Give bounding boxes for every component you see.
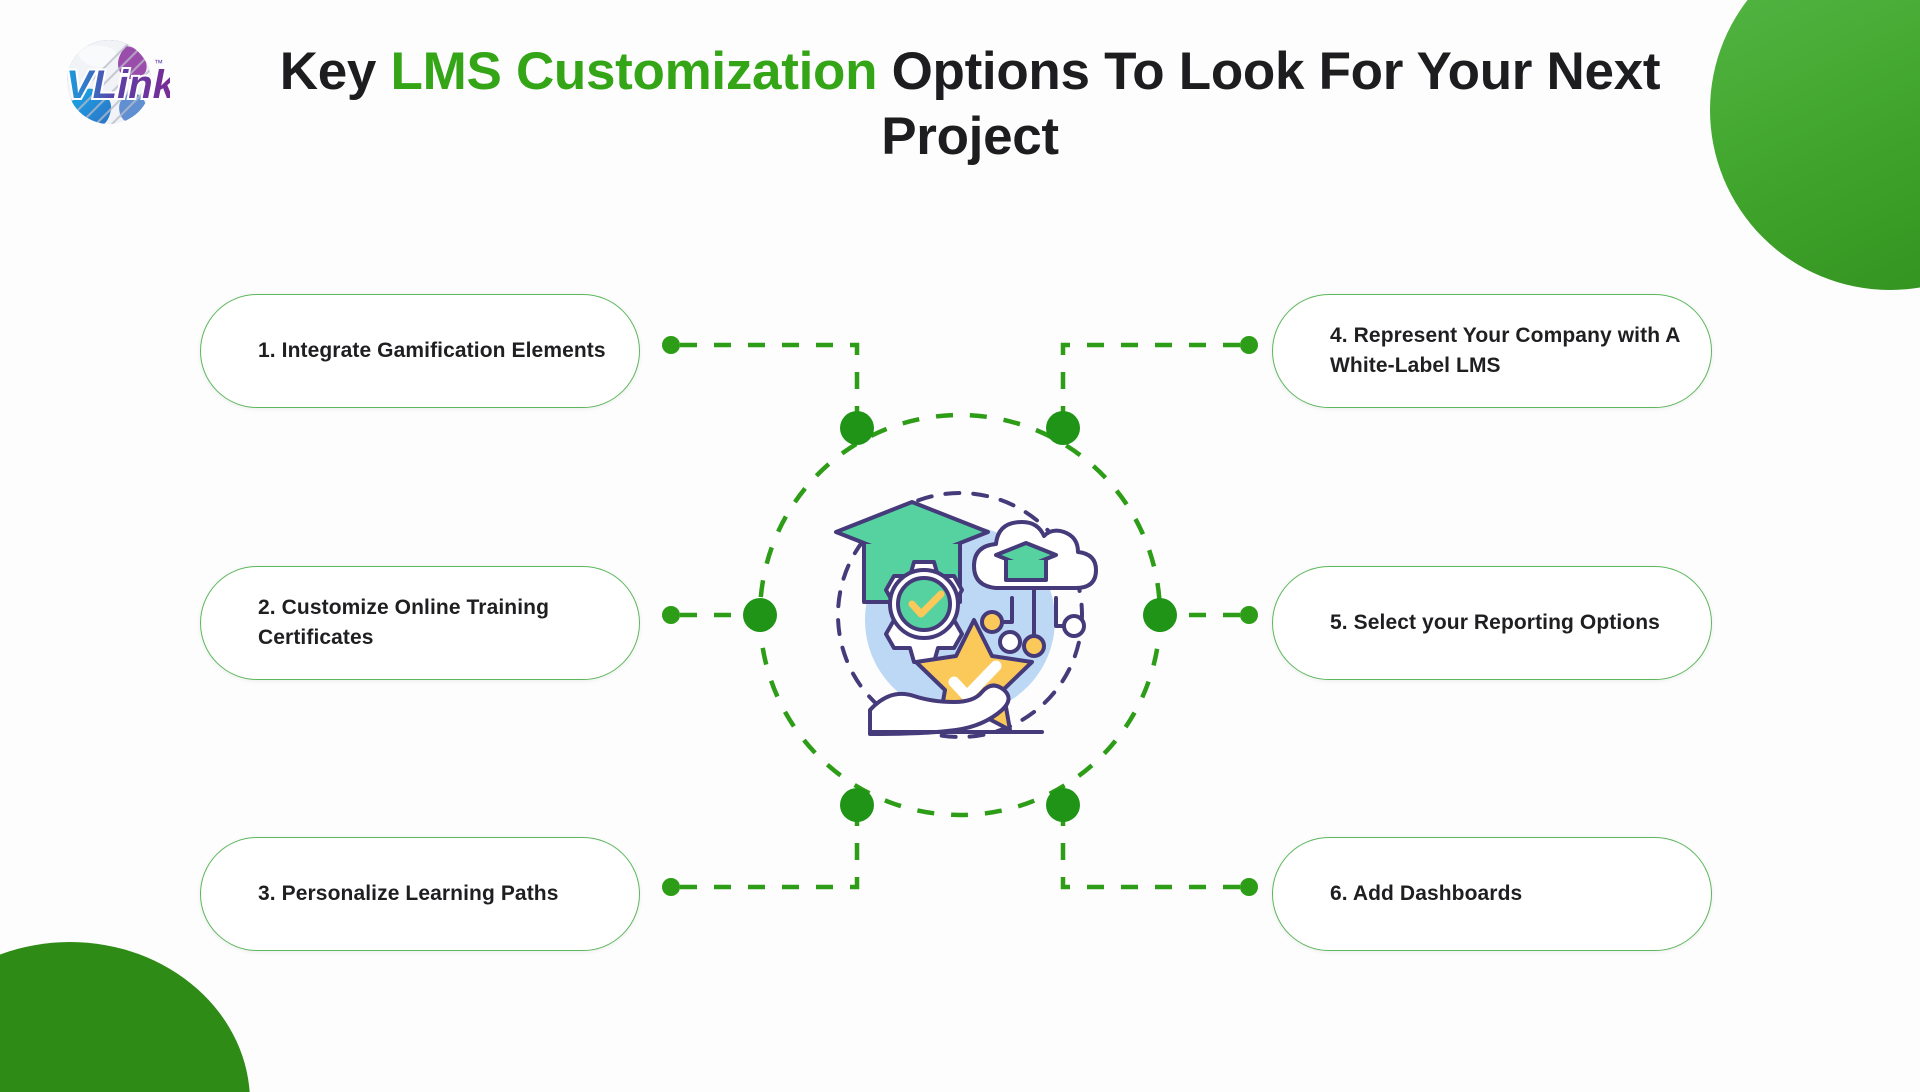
option-pill-5[interactable]: 5. Select your Reporting Options <box>1272 566 1712 680</box>
hub-node-4[interactable] <box>1046 411 1080 445</box>
decorative-blob-top-right <box>1710 0 1920 290</box>
title-part-1: Key <box>279 42 391 101</box>
hub-node-2[interactable] <box>743 598 777 632</box>
infographic-canvas: VLink ™ Key LMS Customization Options To… <box>0 0 1920 1092</box>
option-pill-2[interactable]: 2. Customize Online Training Certificate… <box>200 566 640 680</box>
hub-node-6[interactable] <box>1046 788 1080 822</box>
connector-path-1 <box>680 342 860 427</box>
option-pill-3[interactable]: 3. Personalize Learning Paths <box>200 837 640 951</box>
connector-dot-4 <box>1240 336 1258 354</box>
option-pill-1-label: 1. Integrate Gamification Elements <box>258 339 606 363</box>
page-title: Key LMS Customization Options To Look Fo… <box>230 40 1710 169</box>
connector-dot-5 <box>1240 606 1258 624</box>
hub-node-5[interactable] <box>1143 598 1177 632</box>
connector-dot-6 <box>1240 878 1258 896</box>
vlink-logo-text: VLink <box>66 63 170 107</box>
option-pill-6-label: 6. Add Dashboards <box>1330 882 1523 906</box>
trademark-symbol: ™ <box>154 58 163 68</box>
gear-with-checkmark-icon <box>884 560 964 664</box>
title-highlight: LMS Customization <box>390 42 878 101</box>
hub-node-1[interactable] <box>840 411 874 445</box>
option-pill-4-label: 4. Represent Your Company with A White-L… <box>1330 324 1680 377</box>
decorative-blob-bottom-left <box>0 942 250 1092</box>
lms-learning-illustration <box>820 480 1100 750</box>
option-pill-2-label: 2. Customize Online Training Certificate… <box>258 596 550 649</box>
title-part-2: Options To Look For Your Next Project <box>877 42 1661 166</box>
connector-path-6 <box>1060 805 1240 890</box>
option-pill-1[interactable]: 1. Integrate Gamification Elements <box>200 294 640 408</box>
option-pill-4[interactable]: 4. Represent Your Company with A White-L… <box>1272 294 1712 408</box>
connector-path-4 <box>1060 342 1240 427</box>
vlink-logo[interactable]: VLink ™ <box>48 28 179 136</box>
connector-dot-3 <box>662 878 680 896</box>
hub-node-3[interactable] <box>840 788 874 822</box>
connector-dot-1 <box>662 336 680 354</box>
option-pill-5-label: 5. Select your Reporting Options <box>1330 611 1660 635</box>
connector-dot-2 <box>662 606 680 624</box>
option-pill-6[interactable]: 6. Add Dashboards <box>1272 837 1712 951</box>
option-pill-3-label: 3. Personalize Learning Paths <box>258 882 559 906</box>
connector-path-3 <box>680 805 860 890</box>
